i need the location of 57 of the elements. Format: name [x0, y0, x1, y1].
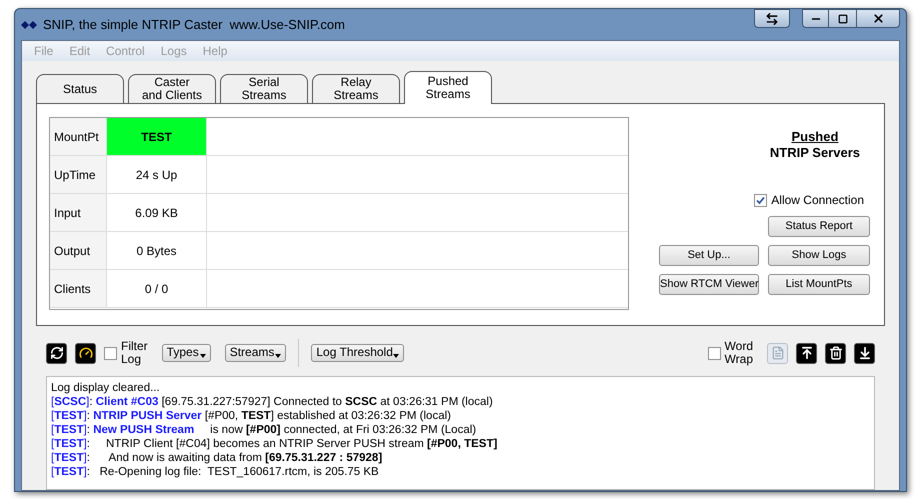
caret-icon — [200, 354, 206, 358]
log-line: [TEST]: NTRIP Client [#C04] becomes an NTRIP Server PUSH stream [#P00, TEST] — [51, 437, 498, 451]
log-line: [SCSC]: Client #C03 [69.75.31.227:57927] Connected to SCSC at 03:26:31 PM (local) — [51, 395, 494, 409]
status-value: TEST — [107, 118, 207, 155]
log-line: [TEST]: New PUSH Stream is now [#P00] connected, at Fri 03:26:32 PM (Local) — [51, 423, 478, 437]
panel-heading: Pushed — [791, 129, 838, 145]
log-line: [TEST]: Re-Opening log file: TEST_160617.rtcm, is 205.75 KB — [51, 465, 380, 479]
status-label: MountPt — [50, 118, 107, 155]
minimize-button[interactable] — [802, 9, 829, 28]
action-button[interactable]: Show Logs — [768, 245, 870, 266]
tab[interactable]: Serial Streams — [220, 74, 308, 103]
log-line: [TEST]: NTRIP PUSH Server [#P00, TEST] established at 03:26:32 PM (local) — [51, 409, 452, 423]
close-icon — [872, 12, 884, 25]
tab[interactable]: Relay Streams — [312, 74, 400, 103]
status-label: UpTime — [50, 156, 107, 193]
document-icon — [770, 346, 784, 360]
dropdown-button[interactable]: Types — [162, 344, 211, 362]
status-label: Input — [50, 194, 107, 231]
upload-button[interactable] — [796, 342, 817, 364]
window-title: SNIP, the simple NTRIP Caster www.Use-SNIP.com — [43, 16, 345, 34]
delete-button[interactable] — [825, 342, 846, 364]
trash-icon — [828, 346, 842, 360]
tab[interactable]: Caster and Clients — [128, 74, 216, 103]
refresh-icon — [50, 346, 64, 360]
upload-icon — [800, 346, 814, 360]
action-button[interactable]: List MountPts — [768, 274, 870, 295]
checkbox[interactable] — [708, 346, 721, 360]
action-button[interactable]: Status Report — [768, 216, 870, 237]
download-button[interactable] — [854, 342, 875, 364]
checkbox-label: Allow Connection — [771, 192, 864, 209]
caret-icon — [392, 354, 399, 358]
log-line: [TEST]: And now is awaiting data from [69.75.31.227 : 57928] — [51, 451, 384, 465]
caret-icon — [275, 354, 282, 358]
tab[interactable]: Pushed Streams — [404, 71, 492, 104]
status-label: Output — [50, 232, 107, 269]
maximize-icon — [838, 14, 848, 24]
refresh-button[interactable] — [46, 342, 67, 364]
resize-button[interactable] — [754, 9, 790, 28]
dropdown-button[interactable]: Streams — [224, 344, 286, 362]
status-label: Clients — [50, 270, 107, 307]
checkbox[interactable] — [104, 346, 117, 360]
checkbox-label: Filter Log — [121, 340, 148, 366]
log-line: Log display cleared... — [51, 381, 161, 395]
maximize-button[interactable] — [829, 9, 856, 28]
close-button[interactable] — [856, 9, 900, 28]
checkbox-label: Word Wrap — [724, 340, 753, 366]
tab[interactable]: Status — [36, 74, 124, 103]
action-button[interactable]: Set Up... — [659, 245, 759, 266]
arrows-icon — [765, 12, 779, 26]
checkbox[interactable] — [754, 194, 768, 206]
download-icon — [858, 346, 872, 360]
app-logo-icon — [21, 20, 37, 30]
dropdown-button[interactable]: Log Threshold — [311, 344, 404, 362]
panel-subheading: NTRIP Servers — [770, 145, 860, 161]
action-button[interactable]: Show RTCM Viewer — [659, 274, 759, 295]
gauge-icon — [78, 346, 92, 360]
gauge-button[interactable] — [75, 342, 96, 364]
